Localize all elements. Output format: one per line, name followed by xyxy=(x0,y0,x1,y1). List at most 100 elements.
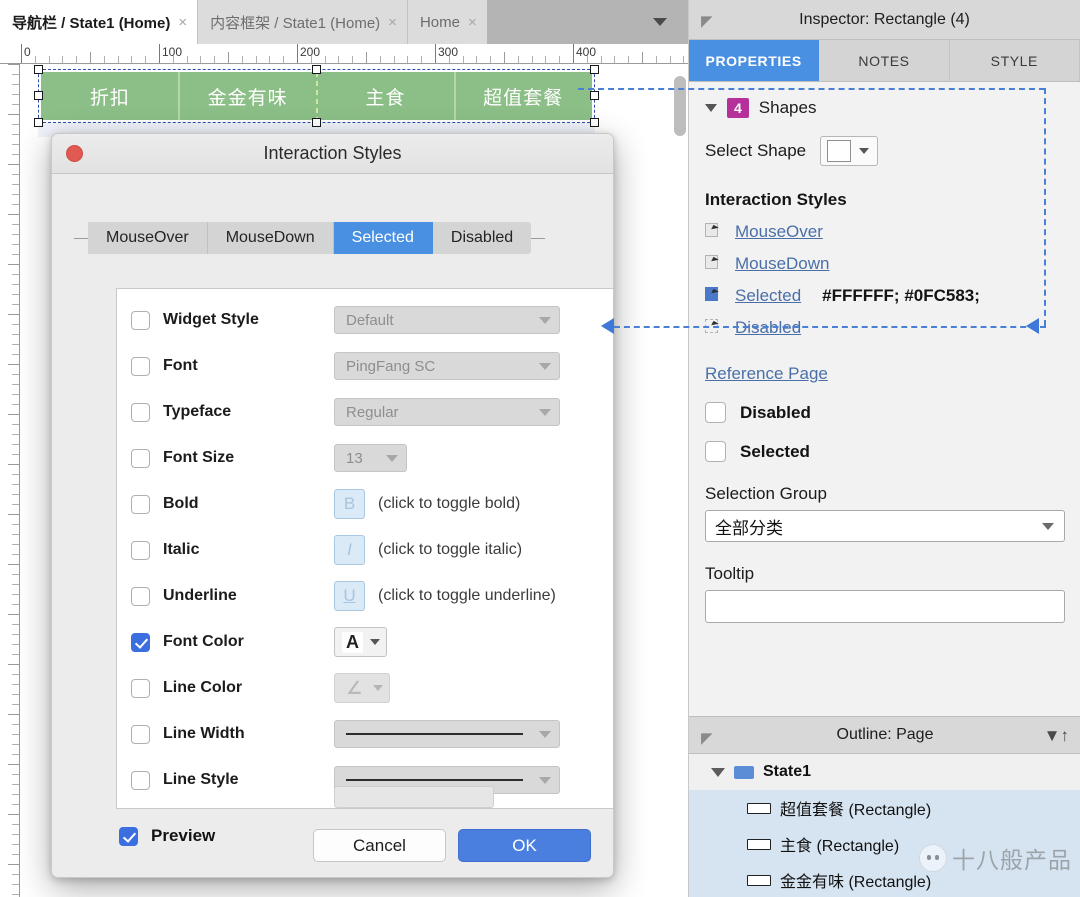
triangle-down-icon[interactable] xyxy=(711,767,725,777)
close-icon[interactable]: × xyxy=(468,14,477,31)
canvas-vertical-scrollbar[interactable] xyxy=(674,76,686,136)
resize-handle-tr[interactable] xyxy=(590,65,599,74)
dropdown-line-width[interactable] xyxy=(334,720,560,748)
close-icon[interactable] xyxy=(66,145,83,162)
option-label: Line Width xyxy=(163,725,245,742)
link-label[interactable]: MouseOver xyxy=(735,222,823,242)
checkbox-selected[interactable] xyxy=(705,441,726,462)
link-label[interactable]: Disabled xyxy=(735,318,801,338)
tab-disabled[interactable]: Disabled xyxy=(432,222,532,254)
reference-page-link[interactable]: Reference Page xyxy=(705,364,828,384)
tab-rule-right xyxy=(531,237,546,239)
checkbox-line-color[interactable] xyxy=(131,678,150,698)
interaction-style-mousedown[interactable]: MouseDown xyxy=(705,254,1080,274)
option-hint: (click to toggle italic) xyxy=(378,541,523,558)
outline-row-item[interactable]: 超值套餐 (Rectangle) xyxy=(689,790,1080,826)
chevron-down-icon xyxy=(653,18,667,26)
checkbox-font[interactable] xyxy=(131,356,150,376)
shapes-section-header[interactable]: 4 Shapes xyxy=(705,98,1080,118)
collapse-icon[interactable]: ◤ xyxy=(701,12,713,30)
nav-item-3[interactable]: 超值套餐 xyxy=(454,72,592,120)
resize-handle-tc[interactable] xyxy=(312,65,321,74)
resize-handle-ml[interactable] xyxy=(34,91,43,100)
ruler-tick-label: 0 xyxy=(24,45,31,59)
checkbox-bold[interactable] xyxy=(131,494,150,514)
chevron-down-icon xyxy=(539,730,551,738)
checkbox-typeface[interactable] xyxy=(131,402,150,422)
option-row-widget-style: Widget Style Default xyxy=(131,297,613,343)
filter-icon[interactable]: ▼↑ xyxy=(1044,726,1069,746)
close-icon[interactable]: × xyxy=(388,14,397,31)
tab-mouseover[interactable]: MouseOver xyxy=(88,222,208,254)
checkbox-preview[interactable] xyxy=(119,826,138,846)
bold-toggle-button[interactable]: B xyxy=(334,489,365,519)
resize-handle-br[interactable] xyxy=(590,118,599,127)
checkbox-row-disabled[interactable]: Disabled xyxy=(705,402,1080,423)
nav-item-1[interactable]: 金金有味 xyxy=(179,72,317,120)
tab-style[interactable]: STYLE xyxy=(950,40,1080,81)
option-control: ∠ xyxy=(334,673,391,703)
dropdown-typeface[interactable]: Regular xyxy=(334,398,560,426)
resize-handle-tl[interactable] xyxy=(34,65,43,74)
nav-item-0[interactable]: 折扣 xyxy=(41,72,179,120)
checkbox-row-selected[interactable]: Selected xyxy=(705,441,1080,462)
outline-panel: ◤ Outline: Page ▼↑ State1 超值套餐 (Rectangl… xyxy=(689,716,1080,897)
nav-bar-widget[interactable]: 折扣 金金有味 主食 超值套餐 xyxy=(41,72,592,120)
tooltip-input[interactable] xyxy=(705,590,1065,623)
underline-toggle-button[interactable]: U xyxy=(334,581,365,611)
option-row-bold: Bold B (click to toggle bold) xyxy=(131,481,613,527)
italic-toggle-button[interactable]: I xyxy=(334,535,365,565)
tab-mousedown[interactable]: MouseDown xyxy=(207,222,334,254)
outline-row-state1[interactable]: State1 xyxy=(689,754,1080,790)
dropdown-value: 13 xyxy=(346,449,363,467)
interaction-style-selected[interactable]: Selected #FFFFFF; #0FC583; xyxy=(705,286,1080,306)
checkbox-font-size[interactable] xyxy=(131,448,150,468)
selection-group-select[interactable]: 全部分类 xyxy=(705,510,1065,542)
option-row-line-width: Line Width xyxy=(131,711,613,757)
checkbox-disabled[interactable] xyxy=(705,402,726,423)
checkbox-font-color[interactable] xyxy=(131,632,150,652)
resize-handle-bl[interactable] xyxy=(34,118,43,127)
interaction-style-disabled[interactable]: Disabled xyxy=(705,318,1080,338)
font-color-icon: A xyxy=(342,631,363,653)
font-color-picker-button[interactable]: A xyxy=(334,627,387,657)
checkbox-label: Disabled xyxy=(740,402,811,422)
checkbox-underline[interactable] xyxy=(131,586,150,606)
tab-overflow-button[interactable] xyxy=(632,0,688,44)
option-control: A xyxy=(334,627,387,657)
page-tab-navbar[interactable]: 导航栏 / State1 (Home) × xyxy=(0,0,198,44)
tab-selected[interactable]: Selected xyxy=(333,222,433,254)
checkbox-widget-style[interactable] xyxy=(131,310,150,330)
resize-handle-bc[interactable] xyxy=(312,118,321,127)
cancel-button[interactable]: Cancel xyxy=(313,829,446,862)
tab-properties[interactable]: PROPERTIES xyxy=(689,40,820,81)
link-label[interactable]: Selected xyxy=(735,286,801,306)
page-tab-home[interactable]: Home × xyxy=(406,0,487,44)
checkbox-line-width[interactable] xyxy=(131,724,150,744)
line-color-picker-button[interactable]: ∠ xyxy=(334,673,391,703)
outline-row-item[interactable]: 主食 (Rectangle) xyxy=(689,826,1080,862)
tab-notes[interactable]: NOTES xyxy=(819,40,950,81)
dropdown-widget-style[interactable]: Default xyxy=(334,306,560,334)
link-label[interactable]: MouseDown xyxy=(735,254,830,274)
nav-separator-2 xyxy=(316,72,318,120)
nav-item-2[interactable]: 主食 xyxy=(317,72,455,120)
close-icon[interactable]: × xyxy=(178,14,187,31)
select-shape-row: Select Shape xyxy=(705,136,1080,166)
interaction-style-mouseover[interactable]: MouseOver xyxy=(705,222,1080,242)
style-options-pane[interactable]: Widget Style Default Font PingFang SC Ty… xyxy=(116,288,613,809)
page-tab-content-frame[interactable]: 内容框架 / State1 (Home) × xyxy=(197,0,407,44)
option-control: 13 xyxy=(334,444,407,472)
option-row-font-color: Font Color A xyxy=(131,619,613,665)
dropdown-font-size[interactable]: 13 xyxy=(334,444,407,472)
interaction-styles-dialog: Interaction Styles MouseOver MouseDown S… xyxy=(51,133,614,878)
cursor-icon xyxy=(705,319,724,337)
outline-row-item[interactable]: 金金有味 (Rectangle) xyxy=(689,862,1080,897)
ok-button[interactable]: OK xyxy=(458,829,591,862)
resize-handle-mr[interactable] xyxy=(590,91,599,100)
checkbox-line-style[interactable] xyxy=(131,770,150,790)
select-shape-button[interactable] xyxy=(820,136,879,166)
checkbox-italic[interactable] xyxy=(131,540,150,560)
dropdown-font[interactable]: PingFang SC xyxy=(334,352,560,380)
collapse-icon[interactable]: ◤ xyxy=(701,729,713,747)
